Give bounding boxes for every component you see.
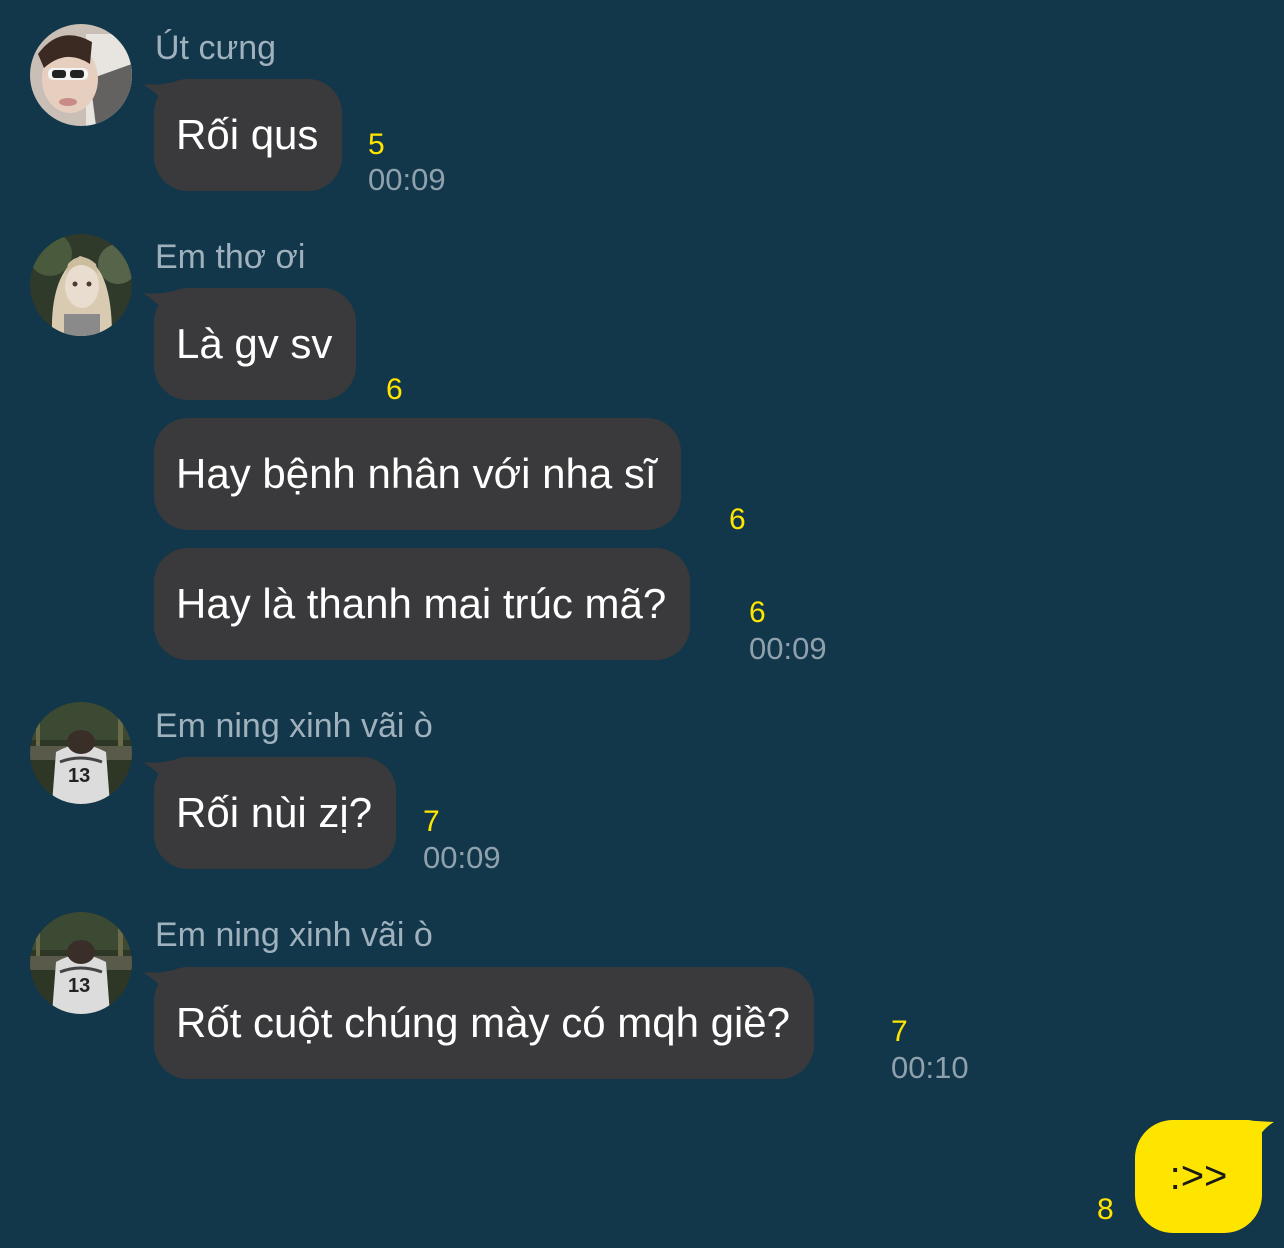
message-bubble[interactable]: Rối nùi zị?	[154, 757, 397, 869]
message-time: 00:09	[423, 840, 501, 875]
unread-count: 8	[1097, 1193, 1114, 1226]
message-time: 00:09	[749, 631, 827, 666]
my-message-text: :>>	[1169, 1154, 1228, 1198]
avatar-jersey-13-icon[interactable]: 13	[30, 912, 132, 1014]
svg-text:13: 13	[68, 975, 90, 997]
unread-count: 7	[423, 805, 440, 838]
avatar-jersey-13-icon[interactable]: 13	[30, 702, 132, 804]
message-text: Là gv sv	[176, 320, 333, 367]
message-text: Hay là thanh mai trúc mã?	[176, 580, 667, 627]
avatar-girl-sunglasses-icon[interactable]	[30, 24, 132, 126]
message-bubble[interactable]: Hay bệnh nhân với nha sĩ	[154, 418, 681, 530]
svg-text:13: 13	[68, 765, 90, 787]
sender-name: Út cưng	[155, 29, 277, 67]
message-bubble[interactable]: Là gv sv	[154, 288, 357, 400]
sender-name: Em ning xinh vãi ò	[155, 707, 433, 745]
message-text: Hay bệnh nhân với nha sĩ	[176, 450, 657, 497]
unread-count: 6	[386, 373, 403, 406]
unread-count: 7	[891, 1015, 908, 1048]
message-time: 00:10	[891, 1050, 969, 1085]
message-text: Rốt cuột chúng mày có mqh giề?	[176, 999, 791, 1046]
message-bubble[interactable]: Hay là thanh mai trúc mã?	[154, 548, 691, 660]
message-time: 00:09	[368, 162, 446, 197]
unread-count: 5	[368, 128, 385, 161]
unread-count: 6	[749, 596, 766, 629]
sender-name: Em ning xinh vãi ò	[155, 916, 433, 954]
message-bubble[interactable]: Rối qus	[154, 79, 343, 191]
message-text: Rối nùi zị?	[176, 789, 373, 836]
message-bubble[interactable]: Rốt cuột chúng mày có mqh giề?	[154, 967, 815, 1079]
my-message-bubble[interactable]: :>>	[1135, 1120, 1262, 1233]
message-text: Rối qus	[176, 111, 319, 158]
unread-count: 6	[729, 503, 746, 536]
sender-name: Em thơ ơi	[155, 238, 306, 276]
avatar-blonde-girl-icon[interactable]	[30, 234, 132, 336]
